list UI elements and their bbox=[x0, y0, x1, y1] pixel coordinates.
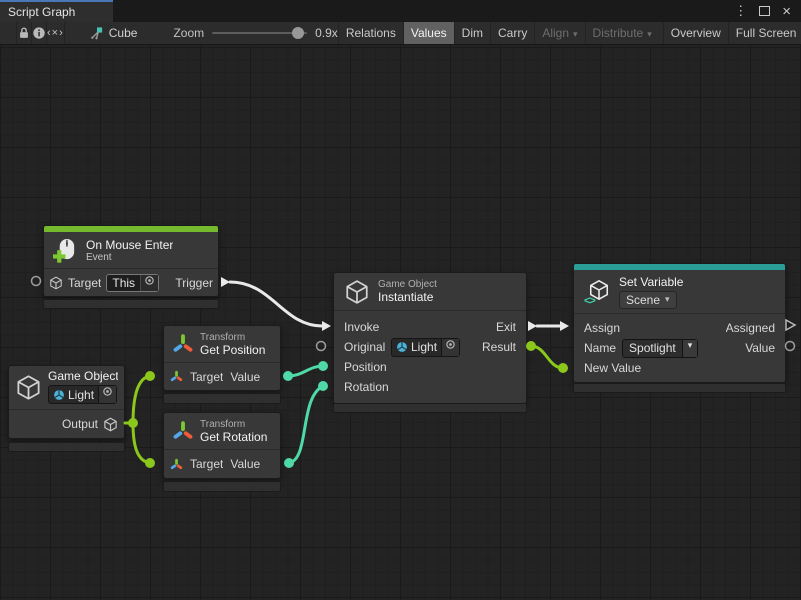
output-port-label: Output bbox=[62, 417, 98, 431]
node-title: Instantiate bbox=[378, 290, 437, 304]
info-button[interactable] bbox=[32, 22, 47, 44]
node-subtitle: Event bbox=[86, 252, 173, 263]
object-picker-icon[interactable] bbox=[98, 386, 116, 403]
chevron-down-icon[interactable]: ▾ bbox=[682, 340, 698, 357]
object-field[interactable]: Light bbox=[48, 385, 117, 404]
result-port-label: Result bbox=[482, 340, 516, 354]
node-footer bbox=[8, 442, 125, 452]
values-button[interactable]: Values bbox=[403, 22, 454, 44]
position-port-label: Position bbox=[344, 360, 387, 374]
node-get-position[interactable]: Transform Get Position Target Value bbox=[163, 325, 281, 391]
target-port-label: Target bbox=[68, 276, 101, 290]
zoom-slider[interactable] bbox=[212, 32, 307, 34]
node-category: Game Object bbox=[378, 279, 437, 290]
node-footer bbox=[43, 299, 219, 309]
mouse-event-icon bbox=[52, 238, 79, 263]
fullscreen-button[interactable]: Full Screen bbox=[728, 22, 801, 44]
cube-icon bbox=[103, 417, 118, 432]
node-category: Transform bbox=[200, 419, 267, 430]
object-picker-icon[interactable] bbox=[441, 339, 459, 356]
rotation-port-label: Rotation bbox=[344, 380, 389, 394]
lock-button[interactable] bbox=[16, 22, 32, 44]
toolbar-buttons: Relations Values Dim Carry Align ▾ Distr… bbox=[338, 22, 801, 44]
node-title: Game Object bbox=[48, 369, 118, 383]
node-title: Get Position bbox=[200, 343, 265, 357]
node-get-rotation[interactable]: Transform Get Rotation Target Value bbox=[163, 412, 281, 479]
node-footer bbox=[333, 403, 527, 413]
tab-title: Script Graph bbox=[8, 5, 75, 19]
variable-name-dropdown[interactable]: Spotlight ▾ bbox=[622, 339, 698, 358]
node-category: Transform bbox=[200, 332, 265, 343]
node-footer bbox=[573, 383, 786, 393]
original-port-label: Original bbox=[344, 340, 385, 354]
transform-icon bbox=[172, 333, 194, 355]
original-value-field[interactable]: Light bbox=[391, 338, 460, 357]
zoom-control: Zoom 0.9x bbox=[173, 22, 337, 44]
tab-script-graph[interactable]: Script Graph bbox=[0, 0, 113, 22]
overview-button[interactable]: Overview bbox=[663, 22, 728, 44]
node-game-object-light[interactable]: Game Object Light Output bbox=[8, 365, 125, 439]
cube-icon bbox=[15, 373, 42, 402]
node-set-variable[interactable]: <> Set Variable Scene ▾ Assign Assigned … bbox=[573, 263, 786, 383]
assigned-port-label: Assigned bbox=[726, 321, 775, 335]
close-icon[interactable]: × bbox=[782, 3, 791, 20]
new-value-port-label: New Value bbox=[584, 361, 641, 375]
maximize-icon[interactable] bbox=[759, 6, 770, 16]
value-port-label: Value bbox=[745, 341, 775, 355]
chevron-down-icon: ▾ bbox=[665, 294, 670, 305]
chevron-down-icon: ▾ bbox=[573, 29, 578, 40]
carry-button[interactable]: Carry bbox=[490, 22, 534, 44]
code-icon: ‹×› bbox=[47, 27, 64, 39]
cube-icon bbox=[49, 276, 63, 290]
variable-brackets-icon: <> bbox=[584, 295, 595, 307]
node-footer bbox=[163, 393, 281, 404]
value-port-label: Value bbox=[230, 370, 260, 384]
chevron-down-icon: ▾ bbox=[647, 29, 652, 40]
variable-scope-dropdown[interactable]: Scene ▾ bbox=[619, 291, 677, 309]
node-title: Get Rotation bbox=[200, 430, 267, 444]
name-port-label: Name bbox=[584, 341, 616, 355]
node-instantiate[interactable]: Game Object Instantiate Invoke Exit Orig… bbox=[333, 272, 527, 404]
window-controls: ⋮ × bbox=[734, 0, 801, 22]
trigger-port-label: Trigger bbox=[175, 276, 213, 290]
node-title: On Mouse Enter bbox=[86, 238, 173, 252]
transform-icon bbox=[170, 458, 183, 471]
graph-name: Cube bbox=[109, 26, 138, 40]
target-port-label: Target bbox=[190, 370, 223, 384]
graph-toolbar: ‹×› Cube Zoom 0.9x Relations Values Dim … bbox=[0, 22, 801, 45]
info-icon bbox=[32, 26, 46, 40]
script-graph-window: Script Graph ⋮ × ‹×› bbox=[0, 0, 801, 600]
invoke-port-label: Invoke bbox=[344, 320, 379, 334]
assign-port-label: Assign bbox=[584, 321, 620, 335]
target-port-label: Target bbox=[190, 457, 223, 471]
zoom-label: Zoom bbox=[173, 26, 204, 40]
target-value-field[interactable]: This bbox=[106, 274, 159, 292]
node-title: Set Variable bbox=[619, 275, 683, 289]
node-footer bbox=[163, 481, 281, 492]
value-port-label: Value bbox=[230, 457, 260, 471]
zoom-value: 0.9x bbox=[315, 26, 338, 40]
cube-icon bbox=[344, 279, 370, 305]
transform-icon bbox=[170, 370, 183, 383]
dim-button[interactable]: Dim bbox=[454, 22, 490, 44]
graph-reference[interactable]: Cube bbox=[79, 22, 148, 44]
node-on-mouse-enter[interactable]: On Mouse Enter Event Target This Trigger bbox=[43, 225, 219, 297]
exit-port-label: Exit bbox=[496, 320, 516, 334]
lock-icon bbox=[17, 26, 31, 40]
relations-button[interactable]: Relations bbox=[338, 22, 403, 44]
tab-bar: Script Graph ⋮ × bbox=[0, 0, 801, 22]
graph-icon bbox=[89, 26, 104, 41]
align-button[interactable]: Align ▾ bbox=[534, 22, 584, 44]
zoom-slider-handle[interactable] bbox=[292, 27, 304, 39]
menu-icon[interactable]: ⋮ bbox=[734, 3, 747, 19]
transform-icon bbox=[172, 420, 194, 442]
object-picker-icon[interactable] bbox=[140, 275, 158, 291]
unity-object-icon bbox=[396, 341, 408, 353]
unity-object-icon bbox=[53, 389, 65, 401]
distribute-button[interactable]: Distribute ▾ bbox=[585, 22, 659, 44]
code-button[interactable]: ‹×› bbox=[47, 22, 65, 44]
